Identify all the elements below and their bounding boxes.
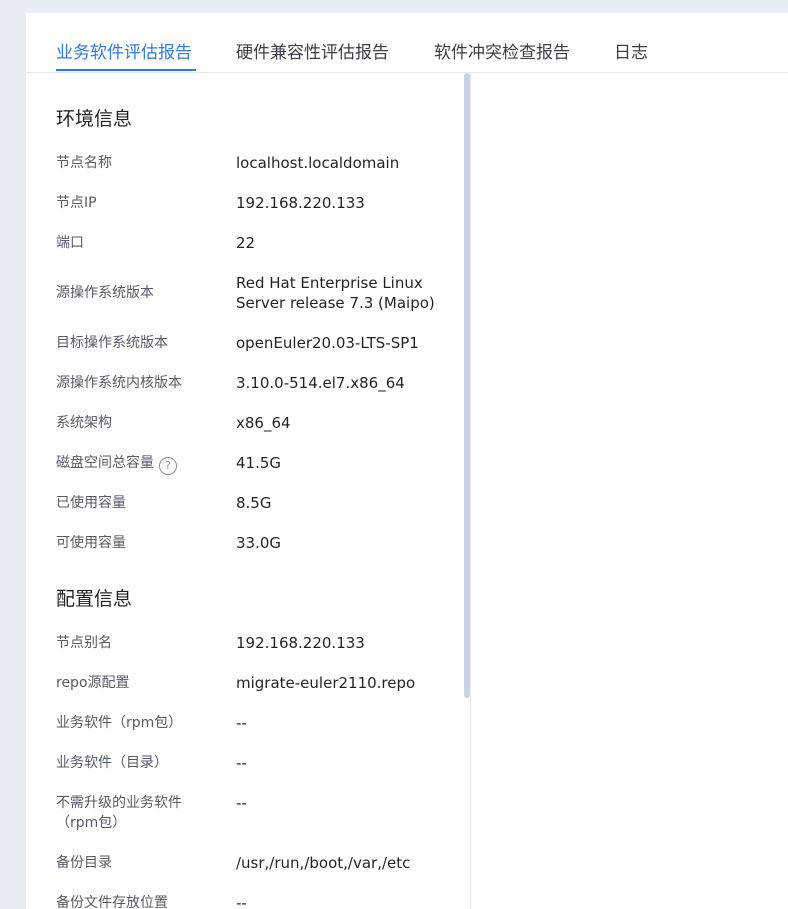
label-backup-dirs: 备份目录: [56, 855, 112, 871]
help-icon[interactable]: ?: [159, 457, 177, 475]
value-no-upgrade-software: --: [236, 794, 247, 812]
value-backup-location: --: [236, 894, 247, 909]
report-tabs: 业务软件评估报告 硬件兼容性评估报告 软件冲突检查报告 日志: [26, 13, 788, 73]
label-node-name: 节点名称: [56, 155, 112, 171]
value-disk-used: 8.5G: [236, 494, 272, 512]
value-node-alias: 192.168.220.133: [236, 634, 365, 652]
value-business-software-dir: --: [236, 754, 247, 772]
value-node-ip: 192.168.220.133: [236, 194, 365, 212]
label-system-arch: 系统架构: [56, 415, 112, 431]
tab-logs[interactable]: 日志: [614, 41, 648, 65]
value-repo-config: migrate-euler2110.repo: [236, 674, 416, 692]
label-source-kernel-version: 源操作系统内核版本: [56, 375, 182, 391]
label-disk-available: 可使用容量: [56, 535, 126, 551]
tab-business-software-report[interactable]: 业务软件评估报告: [56, 41, 192, 65]
label-business-software-dir: 业务软件（目录）: [56, 755, 168, 771]
tab-software-conflict-report[interactable]: 软件冲突检查报告: [434, 41, 570, 65]
label-source-os-version: 源操作系统版本: [56, 285, 154, 301]
label-disk-total: 磁盘空间总容量?: [56, 453, 206, 475]
label-node-alias: 节点别名: [56, 635, 112, 651]
label-node-ip: 节点IP: [56, 195, 97, 211]
value-disk-available: 33.0G: [236, 534, 282, 552]
value-target-os-version: openEuler20.03-LTS-SP1: [236, 334, 419, 352]
value-business-software-rpm: --: [236, 714, 247, 732]
label-repo-config: repo源配置: [56, 675, 130, 691]
value-system-arch: x86_64: [236, 414, 291, 432]
label-disk-total-text: 磁盘空间总容量: [56, 455, 154, 471]
label-disk-used: 已使用容量: [56, 495, 126, 511]
value-backup-dirs: /usr,/run,/boot,/var,/etc: [236, 854, 411, 872]
value-disk-total: 41.5G: [236, 454, 282, 472]
report-card: 业务软件评估报告 硬件兼容性评估报告 软件冲突检查报告 日志 环境信息 节点名称…: [26, 13, 788, 909]
label-backup-location: 备份文件存放位置: [56, 895, 168, 909]
report-details-panel: 环境信息 节点名称 localhost.localdomain 节点IP 192…: [26, 73, 471, 909]
config-section-title: 配置信息: [56, 588, 133, 610]
environment-section-title: 环境信息: [56, 108, 133, 130]
report-content-panel: [471, 73, 788, 909]
value-port: 22: [236, 234, 256, 252]
active-tab-indicator: [56, 69, 196, 71]
label-target-os-version: 目标操作系统版本: [56, 335, 168, 351]
label-business-software-rpm: 业务软件（rpm包）: [56, 715, 183, 731]
value-node-name: localhost.localdomain: [236, 154, 400, 172]
vertical-scrollbar[interactable]: [464, 73, 470, 698]
label-no-upgrade-software: 不需升级的业务软件（rpm包）: [56, 795, 182, 831]
label-port: 端口: [56, 235, 84, 251]
value-source-kernel-version: 3.10.0-514.el7.x86_64: [236, 374, 405, 392]
tab-hardware-compat-report[interactable]: 硬件兼容性评估报告: [236, 41, 389, 65]
value-source-os-version: Red Hat Enterprise Linux Server release …: [236, 274, 435, 312]
